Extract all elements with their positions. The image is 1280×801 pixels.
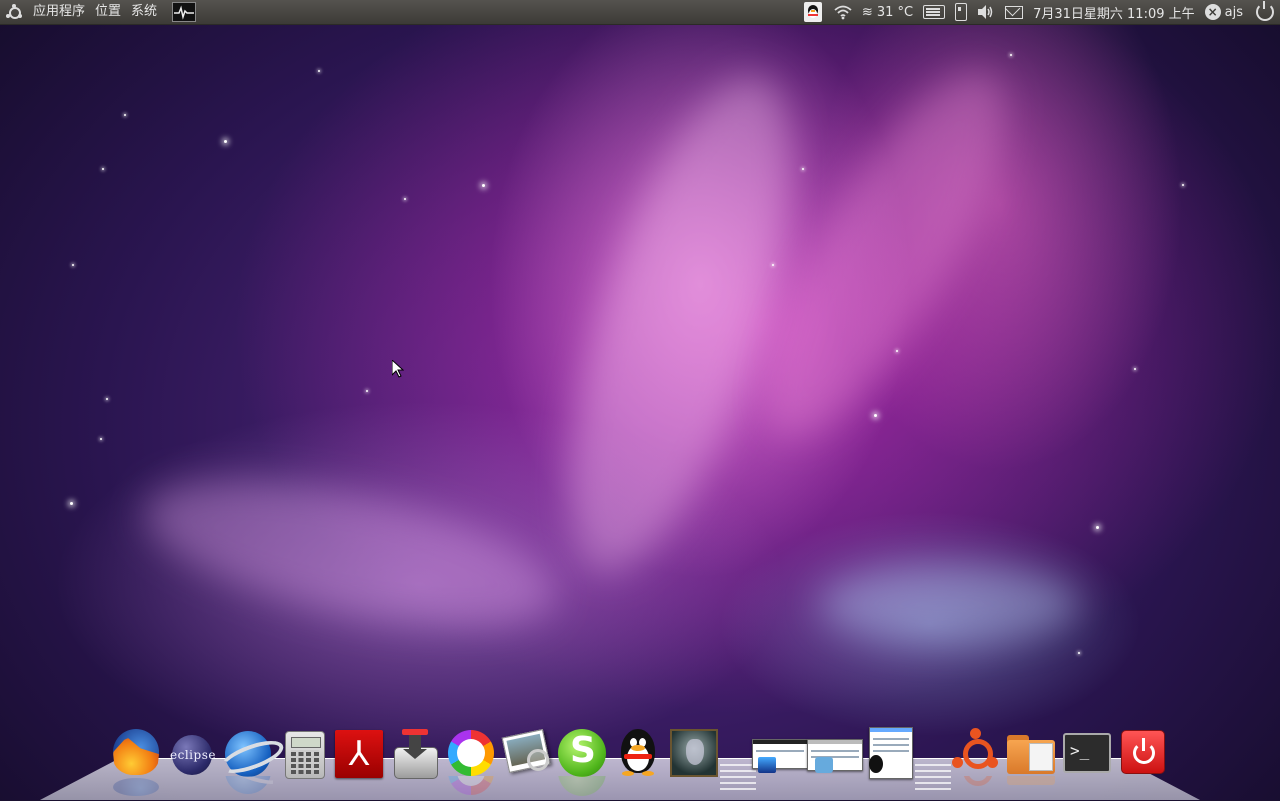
volume-icon[interactable]: [977, 0, 995, 24]
dock: eclipse ⅄ S >_: [0, 722, 1280, 800]
mail-icon[interactable]: [1005, 0, 1024, 24]
photo-viewer-icon[interactable]: [501, 727, 551, 777]
transmission-icon[interactable]: [390, 727, 440, 779]
clock[interactable]: 7月31日星期六 11:09 上午: [1033, 0, 1195, 24]
menu-places[interactable]: 位置: [90, 0, 126, 24]
usb-device-icon[interactable]: [955, 0, 968, 24]
window-thumbnail-qq[interactable]: [865, 727, 915, 779]
menu-applications[interactable]: 应用程序: [28, 0, 90, 24]
terminal-icon[interactable]: >_: [1061, 727, 1111, 777]
eclipse-label: eclipse: [170, 748, 216, 762]
user-menu[interactable]: × ajs: [1204, 0, 1243, 24]
skype-icon[interactable]: S: [556, 727, 606, 777]
eclipse-icon[interactable]: eclipse: [167, 727, 217, 777]
qq-window-icon: [869, 755, 883, 773]
google-earth-icon[interactable]: [223, 727, 273, 777]
firefox-icon[interactable]: [111, 727, 161, 777]
qq-penguin-icon[interactable]: [612, 727, 662, 777]
weather-temperature[interactable]: ≋ 31 °C: [862, 0, 913, 24]
wifi-icon[interactable]: [834, 0, 852, 24]
menu-system[interactable]: 系统: [126, 0, 162, 24]
qq-tray-icon[interactable]: [803, 0, 824, 24]
picasa-icon[interactable]: [445, 727, 495, 777]
user-name: ajs: [1224, 4, 1243, 20]
mouse-cursor-icon: [392, 360, 404, 378]
video-player-icon: [758, 757, 776, 773]
keyboard-icon[interactable]: [923, 0, 946, 24]
terminal-prompt: >_: [1070, 741, 1090, 760]
session-power-icon[interactable]: [1256, 1, 1274, 21]
ubuntu-menu-icon[interactable]: [6, 4, 22, 20]
window-thumbnail-finder[interactable]: [807, 727, 863, 777]
top-panel: 应用程序 位置 系统 ≋ 31 °C 7月31日星期六 11:09 上午 × a…: [0, 0, 1280, 25]
warcraft-icon[interactable]: [668, 727, 718, 777]
folder-icon[interactable]: [1005, 727, 1055, 777]
pdf-reader-icon[interactable]: ⅄: [333, 727, 383, 778]
desktop-wallpaper[interactable]: [0, 24, 1280, 800]
window-thumbnail-browser[interactable]: [752, 727, 808, 777]
finder-icon: [815, 757, 833, 773]
user-status-icon: ×: [1204, 4, 1221, 20]
calculator-icon[interactable]: [279, 727, 329, 779]
shutdown-icon[interactable]: [1118, 727, 1168, 777]
system-monitor-icon[interactable]: [172, 2, 197, 22]
ubuntu-icon[interactable]: [951, 727, 1001, 777]
